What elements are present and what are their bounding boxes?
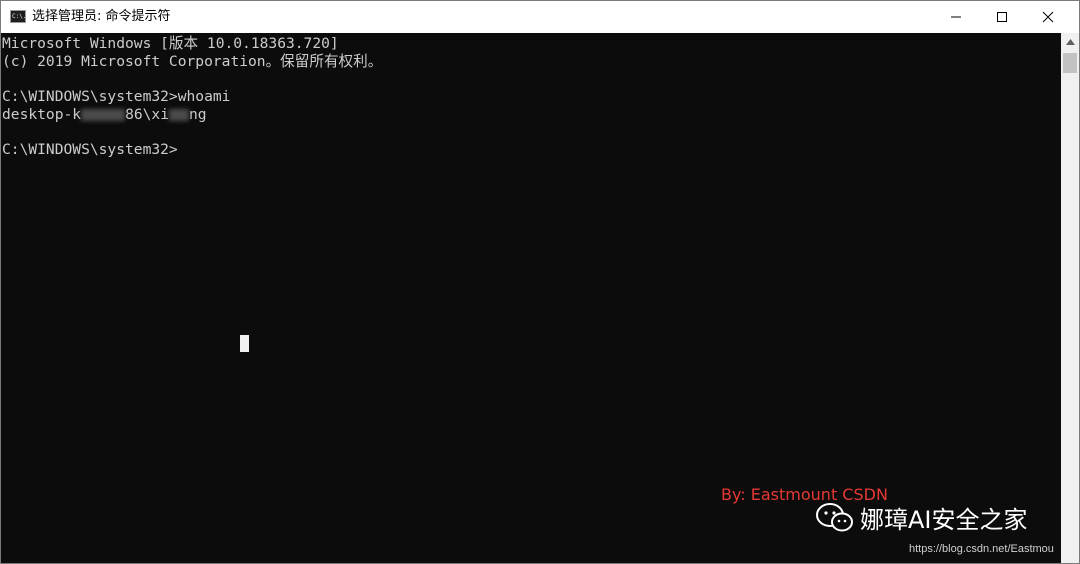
redacted-block — [169, 109, 190, 121]
title-bar[interactable]: C:\. 选择管理员: 命令提示符 — [1, 1, 1079, 33]
window-title: 选择管理员: 命令提示符 — [32, 9, 171, 24]
brand-name: 娜璋AI安全之家 — [860, 506, 1028, 534]
console-line-copyright: (c) 2019 Microsoft Corporation。保留所有权利。 — [2, 53, 383, 70]
console-output[interactable]: Microsoft Windows [版本 10.0.18363.720] (c… — [1, 33, 1061, 563]
user-line-part1: desktop-k — [2, 106, 82, 123]
close-icon — [1042, 11, 1054, 23]
wechat-icon — [816, 502, 853, 531]
console-line-version: Microsoft Windows [版本 10.0.18363.720] — [2, 35, 339, 52]
scroll-up-button[interactable] — [1061, 33, 1079, 50]
cmd-window: C:\. 选择管理员: 命令提示符 Microsoft Windows [版本 … — [0, 0, 1080, 564]
cmd-icon[interactable]: C:\. — [10, 10, 26, 23]
cmd-icon-glyph: C:\. — [12, 13, 27, 20]
close-button[interactable] — [1025, 1, 1071, 33]
chevron-up-icon — [1065, 38, 1075, 45]
user-line-part2: 86\xi — [125, 106, 170, 123]
watermark-url: https://blog.csdn.net/Eastmou — [909, 543, 1054, 555]
watermark-brand: 娜璋AI安全之家 — [816, 500, 1028, 535]
user-line-part3: ng — [189, 106, 207, 123]
console-line-whoami-result: desktop-k 86\xi ng — [2, 106, 207, 124]
maximize-button[interactable] — [979, 1, 1025, 33]
scroll-thumb[interactable] — [1063, 53, 1077, 73]
console-line-prompt: C:\WINDOWS\system32> — [2, 141, 178, 158]
vertical-scrollbar[interactable] — [1061, 33, 1079, 563]
minimize-icon — [951, 16, 961, 18]
text-cursor — [240, 335, 249, 352]
minimize-button[interactable] — [933, 1, 979, 33]
console-line-command: C:\WINDOWS\system32>whoami — [2, 88, 231, 105]
redacted-block — [81, 109, 126, 121]
maximize-icon — [997, 12, 1007, 22]
